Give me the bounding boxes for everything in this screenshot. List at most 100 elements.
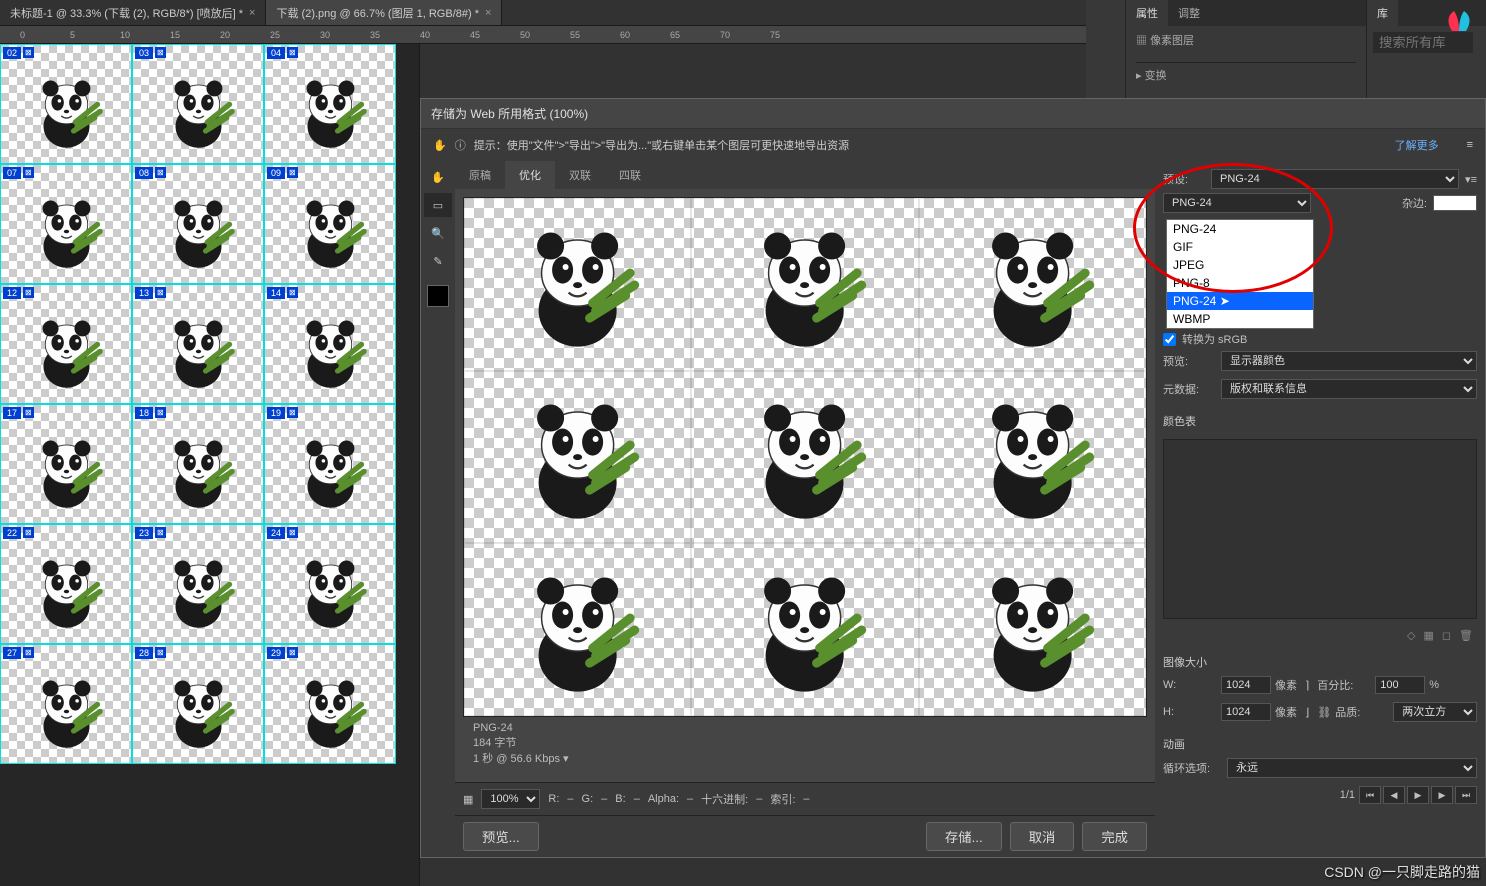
metadata-label: 元数据: <box>1163 381 1217 397</box>
prev-frame-btn[interactable]: ◀ <box>1383 786 1405 804</box>
delete-color-icon[interactable]: 🗑 <box>1459 629 1473 642</box>
frame-thumb[interactable]: 19⊠ <box>264 404 396 524</box>
panel-dock-icons[interactable] <box>1086 0 1126 100</box>
frame-thumb[interactable]: 07⊠ <box>0 164 132 284</box>
frame-thumb[interactable]: 02⊠ <box>0 44 132 164</box>
frame-thumb[interactable]: 09⊠ <box>264 164 396 284</box>
preview-canvas[interactable] <box>463 197 1147 717</box>
format-option-jpeg[interactable]: JPEG <box>1167 256 1313 274</box>
hand-tool[interactable]: ✋ <box>424 165 452 189</box>
zoom-select[interactable]: 100% <box>481 789 540 809</box>
frame-thumb[interactable]: 08⊠ <box>132 164 264 284</box>
map-color-icon[interactable]: ▦ <box>1423 629 1433 642</box>
frame-thumb[interactable]: 13⊠ <box>132 284 264 404</box>
first-frame-btn[interactable]: ⏮ <box>1359 786 1381 804</box>
tab-doc1[interactable]: 未标题-1 @ 33.3% (下载 (2), RGB/8*) [喷放后] *× <box>0 0 266 25</box>
frame-thumb[interactable]: 24⊠ <box>264 524 396 644</box>
frame-thumb[interactable]: 03⊠ <box>132 44 264 164</box>
add-color-icon[interactable]: ◻ <box>1442 629 1451 642</box>
options-menu-icon[interactable]: ≡ <box>1467 139 1473 151</box>
format-option-png8[interactable]: PNG-8 <box>1167 274 1313 292</box>
convert-srgb-check[interactable] <box>1163 333 1176 346</box>
width-input[interactable] <box>1221 676 1271 694</box>
learn-more-link[interactable]: 了解更多 <box>1395 137 1439 153</box>
preview-label: 预览: <box>1163 353 1217 369</box>
g-readout: G: <box>582 793 594 805</box>
canvas-timeline[interactable]: 02⊠03⊠04⊠07⊠08⊠09⊠12⊠13⊠14⊠17⊠18⊠19⊠22⊠2… <box>0 44 420 886</box>
save-button[interactable]: 存储... <box>926 822 1002 851</box>
view-2up[interactable]: 双联 <box>555 161 605 189</box>
frame-thumb[interactable]: 17⊠ <box>0 404 132 524</box>
frame-thumb[interactable]: 18⊠ <box>132 404 264 524</box>
frame-thumb[interactable]: 14⊠ <box>264 284 396 404</box>
format-dropdown-list: PNG-24 GIF JPEG PNG-8 PNG-24 ➤ WBMP <box>1166 219 1314 329</box>
preview-button[interactable]: 预览... <box>463 822 539 851</box>
preview-select[interactable]: 显示器颜色 <box>1221 351 1477 371</box>
quality-select[interactable]: 两次立方 <box>1393 702 1477 722</box>
b-readout: B: <box>615 793 625 805</box>
save-for-web-dialog: 存储为 Web 所用格式 (100%) ✋ ⓘ 提示：使用"文件">"导出">"… <box>420 98 1486 858</box>
height-label: H: <box>1163 706 1217 718</box>
color-table-actions: ◇ ▦ ◻ 🗑 <box>1163 627 1477 644</box>
preset-menu-icon[interactable]: ▾≡ <box>1465 173 1477 186</box>
color-table[interactable] <box>1163 439 1477 619</box>
loop-label: 循环选项: <box>1163 760 1223 776</box>
next-frame-btn[interactable]: ▶ <box>1431 786 1453 804</box>
view-4up[interactable]: 四联 <box>605 161 655 189</box>
index-readout: 索引: <box>770 791 795 807</box>
eyedropper-tool[interactable]: ✎ <box>424 249 452 273</box>
cancel-button[interactable]: 取消 <box>1010 822 1075 851</box>
preset-label: 预设: <box>1163 171 1205 187</box>
matte-swatch[interactable] <box>1433 195 1477 211</box>
hand-tool-icon[interactable]: ✋ <box>433 139 447 152</box>
frame-thumb[interactable]: 23⊠ <box>132 524 264 644</box>
eyedropper-color[interactable] <box>427 285 449 307</box>
quality-label: 品质: <box>1335 704 1389 720</box>
frame-thumb[interactable]: 27⊠ <box>0 644 132 764</box>
tip-text: 提示：使用"文件">"导出">"导出为..."或右键单击某个图层可更快速地导出资… <box>474 137 849 153</box>
preset-select[interactable]: PNG-24 <box>1211 169 1459 189</box>
format-select[interactable]: PNG-24 <box>1163 193 1311 213</box>
frame-thumb[interactable]: 22⊠ <box>0 524 132 644</box>
done-button[interactable]: 完成 <box>1082 822 1147 851</box>
format-option-png24-sel[interactable]: PNG-24 ➤ <box>1167 292 1313 310</box>
frame-thumb[interactable]: 29⊠ <box>264 644 396 764</box>
info-time: 1 秒 @ 56.6 Kbps ▾ <box>473 752 1137 767</box>
height-input[interactable] <box>1221 703 1271 721</box>
lock-color-icon[interactable]: ◇ <box>1407 629 1415 642</box>
loop-select[interactable]: 永远 <box>1227 758 1477 778</box>
app-logo-icon <box>1442 6 1476 39</box>
right-panels: 属性 调整 ▦ 像素图层 ▸ 变换 库 <box>1086 0 1486 100</box>
frame-thumb[interactable]: 04⊠ <box>264 44 396 164</box>
link-icon[interactable]: ⛓ <box>1317 706 1331 719</box>
tab-adjustments[interactable]: 调整 <box>1168 0 1210 26</box>
percent-input[interactable] <box>1375 676 1425 694</box>
r-readout: R: <box>548 793 559 805</box>
last-frame-btn[interactable]: ⏭ <box>1455 786 1477 804</box>
close-icon[interactable]: × <box>249 7 255 19</box>
play-btn[interactable]: ▶ <box>1407 786 1429 804</box>
tab-doc2[interactable]: 下载 (2).png @ 66.7% (图层 1, RGB/8#) *× <box>266 0 502 25</box>
dialog-title: 存储为 Web 所用格式 (100%) <box>421 99 1485 129</box>
frame-thumb[interactable]: 28⊠ <box>132 644 264 764</box>
animation-title: 动画 <box>1163 736 1477 752</box>
metadata-select[interactable]: 版权和联系信息 <box>1221 379 1477 399</box>
close-icon[interactable]: × <box>485 7 491 19</box>
view-optimized[interactable]: 优化 <box>505 161 555 189</box>
format-option-wbmp[interactable]: WBMP <box>1167 310 1313 328</box>
info-format: PNG-24 <box>473 721 1137 736</box>
tab-properties[interactable]: 属性 <box>1126 0 1168 26</box>
transform-section[interactable]: ▸ 变换 <box>1136 62 1356 83</box>
dialog-toolbar: ✋ ▭ 🔍 ✎ <box>421 161 455 857</box>
slice-select-tool[interactable]: ▭ <box>424 193 452 217</box>
cursor-icon: ➤ <box>1220 294 1230 308</box>
zoom-tool[interactable]: 🔍 <box>424 221 452 245</box>
tab-library[interactable]: 库 <box>1367 0 1398 26</box>
convert-srgb-label: 转换为 sRGB <box>1182 331 1247 347</box>
info-icon: ⓘ <box>455 137 466 153</box>
view-original[interactable]: 原稿 <box>455 161 505 189</box>
frame-thumb[interactable]: 12⊠ <box>0 284 132 404</box>
format-option-png24[interactable]: PNG-24 <box>1167 220 1313 238</box>
grid-toggle-icon[interactable]: ▦ <box>463 793 473 806</box>
format-option-gif[interactable]: GIF <box>1167 238 1313 256</box>
